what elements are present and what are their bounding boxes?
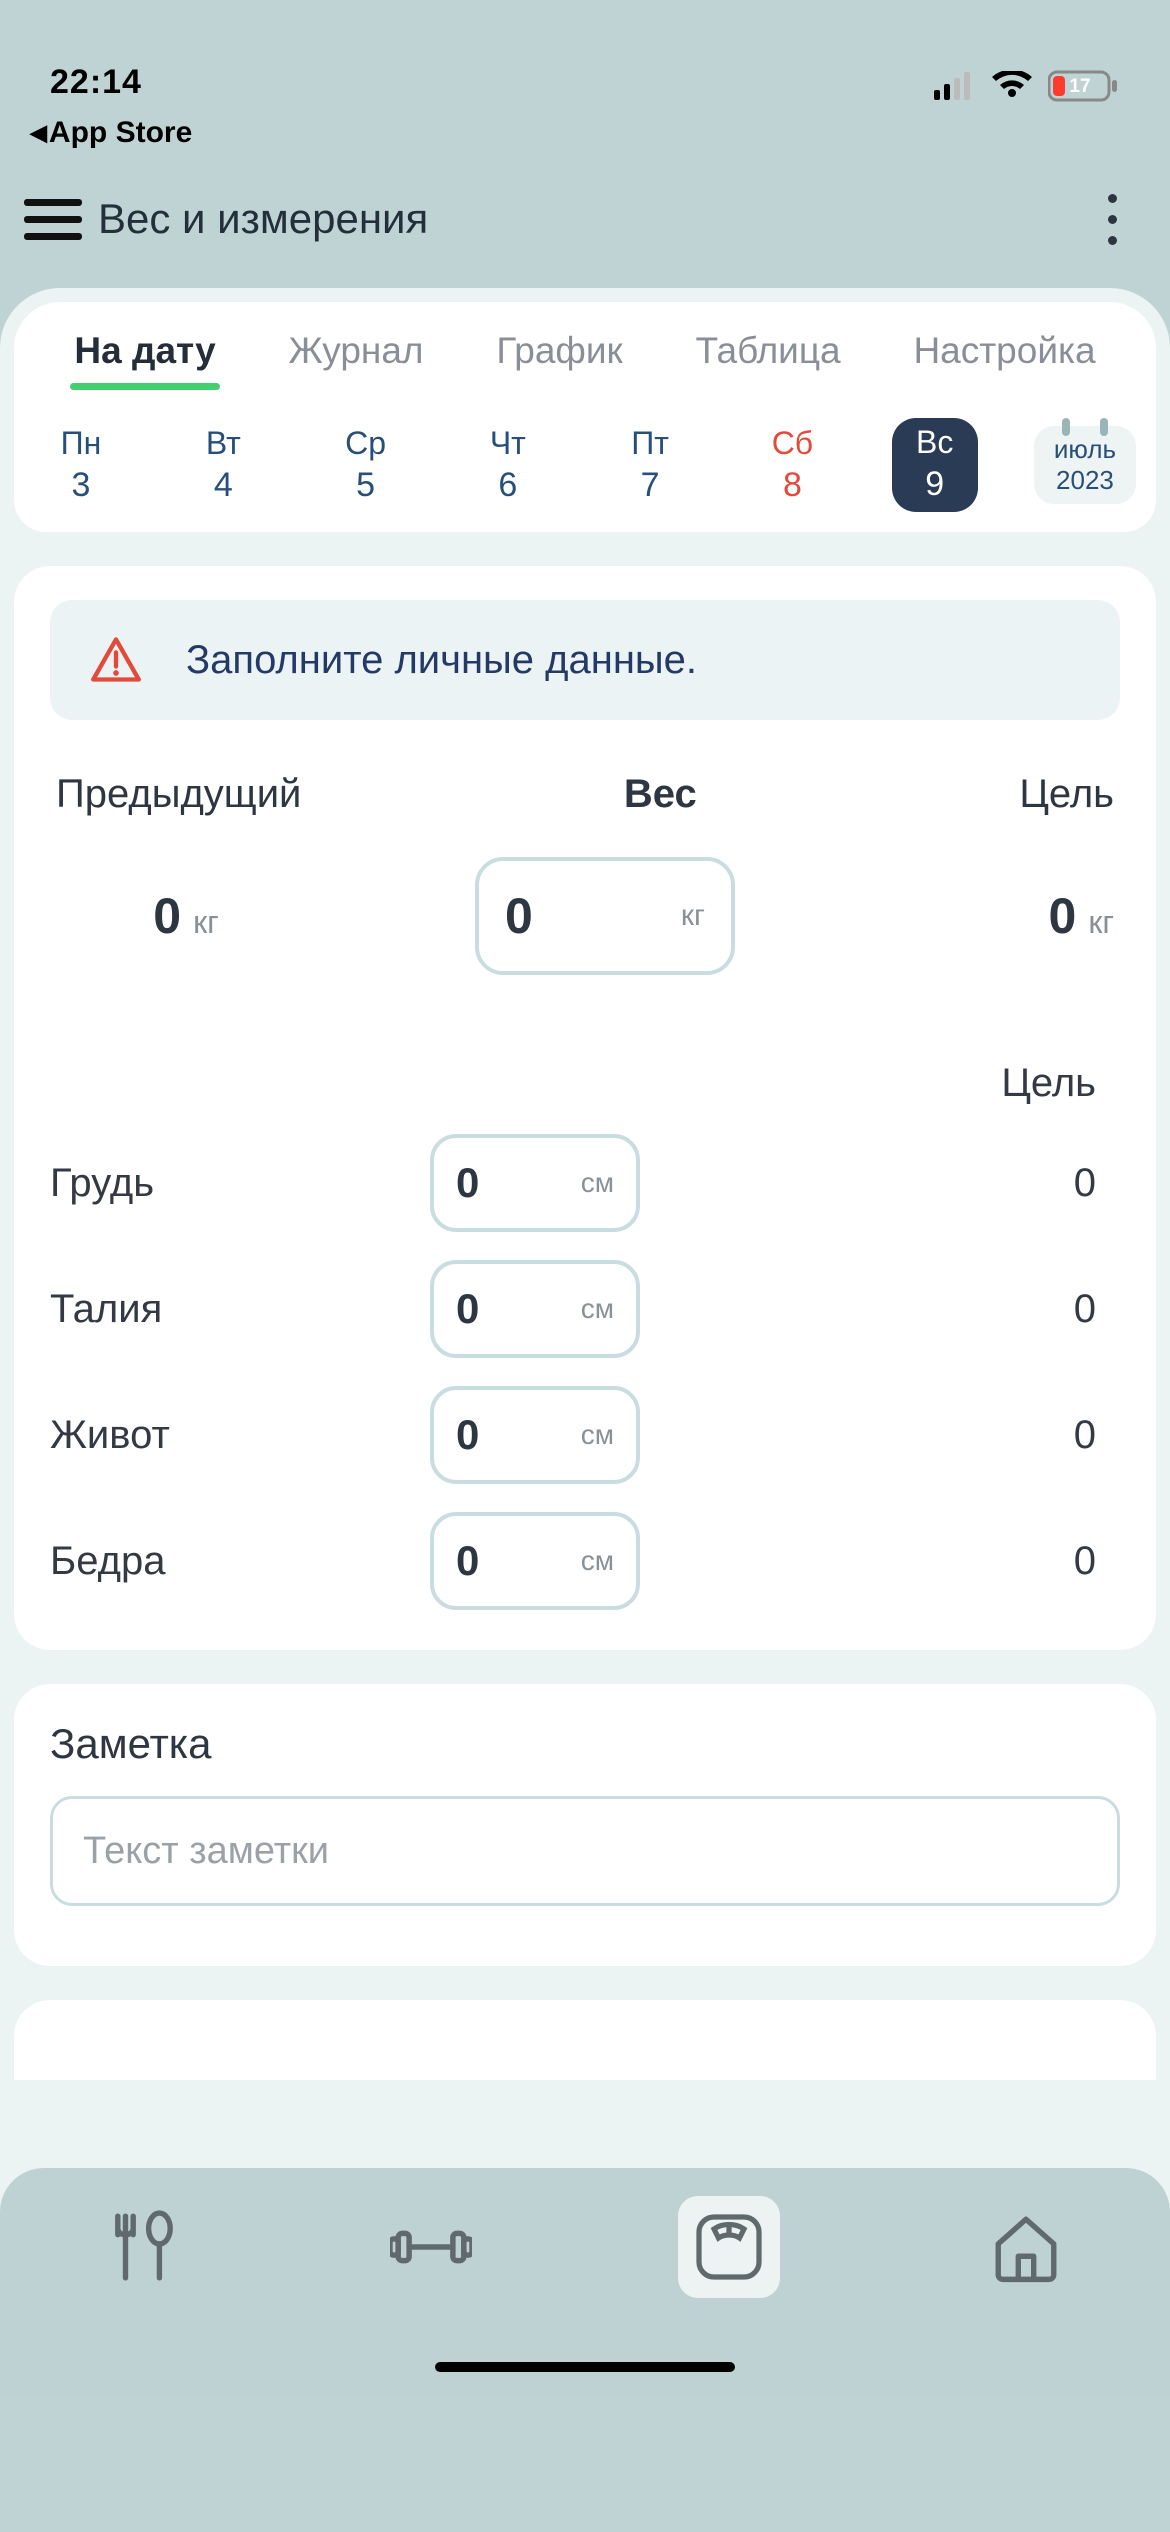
status-time: 22:14: [50, 63, 142, 102]
wifi-icon: [990, 71, 1034, 101]
meas-row-chest: Грудь 0см 0: [50, 1134, 1120, 1232]
tab-workout[interactable]: [390, 2206, 472, 2288]
status-bar: 22:14 17: [0, 0, 1170, 110]
tab-by-date[interactable]: На дату: [74, 330, 215, 388]
weight-values: 0 кг 0 кг 0 кг: [50, 857, 1120, 975]
note-title: Заметка: [50, 1720, 1120, 1768]
meas-goal: 0: [640, 1161, 1120, 1206]
weight-label: Вес: [624, 772, 697, 817]
app-header: Вес и измерения: [0, 168, 1170, 288]
measurements-goal-header: Цель: [50, 1061, 1120, 1106]
meas-input-hips[interactable]: 0см: [430, 1512, 640, 1610]
home-indicator[interactable]: [435, 2362, 735, 2372]
home-icon: [989, 2210, 1063, 2284]
svg-text:17: 17: [1069, 76, 1090, 97]
goal-label: Цель: [1019, 772, 1114, 817]
weight-card: Заполните личные данные. Предыдущий Вес …: [14, 566, 1156, 1650]
day-mon[interactable]: Пн3: [38, 425, 124, 505]
back-to-appstore[interactable]: ◀ App Store: [0, 110, 1170, 168]
calendar-ring-icon: [1062, 418, 1070, 436]
menu-button[interactable]: [24, 195, 86, 243]
fork-spoon-icon: [107, 2210, 181, 2284]
meas-row-belly: Живот 0см 0: [50, 1386, 1120, 1484]
note-placeholder: Текст заметки: [83, 1830, 329, 1873]
note-card: Заметка Текст заметки: [14, 1684, 1156, 1966]
day-fri[interactable]: Пт7: [607, 425, 693, 505]
weight-input[interactable]: 0 кг: [475, 857, 735, 975]
tab-home[interactable]: [985, 2206, 1067, 2288]
meas-row-waist: Талия 0см 0: [50, 1260, 1120, 1358]
scale-icon: [693, 2211, 765, 2283]
back-label: App Store: [49, 116, 192, 150]
bottom-tabbar: [0, 2168, 1170, 2398]
note-input[interactable]: Текст заметки: [50, 1796, 1120, 1906]
battery-icon: 17: [1048, 70, 1120, 102]
meas-label: Живот: [50, 1413, 430, 1458]
dumbbell-icon: [390, 2220, 472, 2274]
meas-label: Талия: [50, 1287, 430, 1332]
next-card-peek: [14, 2000, 1156, 2080]
meas-goal: 0: [640, 1413, 1120, 1458]
day-thu[interactable]: Чт6: [465, 425, 551, 505]
content: На дату Журнал График Таблица Настройка …: [0, 288, 1170, 2398]
meas-input-belly[interactable]: 0см: [430, 1386, 640, 1484]
meas-label: Грудь: [50, 1161, 430, 1206]
prev-label: Предыдущий: [56, 772, 301, 817]
more-button[interactable]: [1092, 184, 1132, 254]
tab-settings[interactable]: Настройка: [913, 330, 1095, 388]
cellular-icon: [934, 72, 976, 100]
meas-input-chest[interactable]: 0см: [430, 1134, 640, 1232]
day-wed[interactable]: Ср5: [323, 425, 409, 505]
tab-food[interactable]: [103, 2206, 185, 2288]
goal-weight: 0 кг: [894, 887, 1114, 945]
day-tue[interactable]: Вт4: [180, 425, 266, 505]
tab-weight-active[interactable]: [678, 2196, 780, 2298]
prev-weight: 0 кг: [56, 887, 316, 945]
day-sat[interactable]: Сб8: [749, 425, 835, 505]
day-sun-selected[interactable]: Вс9: [892, 418, 978, 512]
meas-label: Бедра: [50, 1539, 430, 1584]
back-triangle-icon: ◀: [30, 120, 47, 146]
calendar-ring-icon: [1100, 418, 1108, 436]
meas-goal: 0: [640, 1539, 1120, 1584]
week-days: Пн3 Вт4 Ср5 Чт6 Пт7 Сб8 Вс9 июль 2023: [14, 388, 1156, 512]
warning-icon: [90, 634, 142, 686]
status-right: 17: [934, 70, 1120, 102]
fill-profile-banner[interactable]: Заполните личные данные.: [50, 600, 1120, 720]
tab-table[interactable]: Таблица: [696, 330, 841, 388]
meas-goal: 0: [640, 1287, 1120, 1332]
weight-headers: Предыдущий Вес Цель: [50, 772, 1120, 817]
banner-text: Заполните личные данные.: [186, 638, 697, 683]
meas-row-hips: Бедра 0см 0: [50, 1512, 1120, 1610]
tab-graph[interactable]: График: [496, 330, 622, 388]
tabs-panel: На дату Журнал График Таблица Настройка …: [14, 302, 1156, 532]
tab-journal[interactable]: Журнал: [288, 330, 423, 388]
view-tabs: На дату Журнал График Таблица Настройка: [14, 330, 1156, 388]
month-picker[interactable]: июль 2023: [1034, 426, 1136, 504]
meas-input-waist[interactable]: 0см: [430, 1260, 640, 1358]
page-title: Вес и измерения: [98, 195, 428, 243]
